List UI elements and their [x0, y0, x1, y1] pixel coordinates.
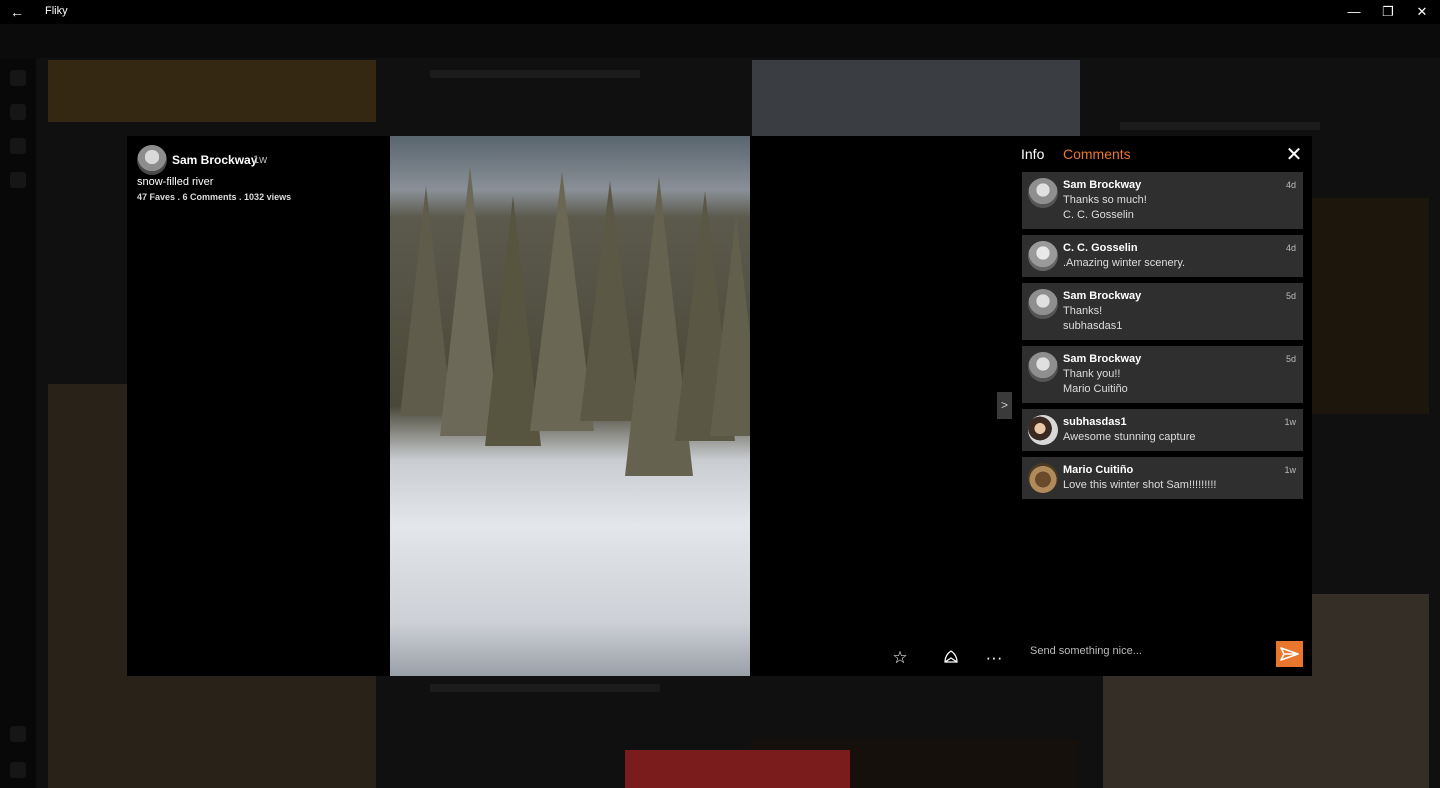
title-bar: ← Fliky — ❐ ✕	[0, 0, 1440, 24]
comment-time: 1w	[1284, 417, 1296, 427]
comment-text: Awesome stunning capture	[1063, 431, 1196, 443]
comment-text: subhasdas1	[1063, 320, 1123, 332]
photo-title: snow-filled river	[137, 176, 214, 188]
comment-author[interactable]: Sam Brockway	[1063, 179, 1141, 191]
comment-author[interactable]: Sam Brockway	[1063, 353, 1141, 365]
comment-time: 5d	[1285, 291, 1296, 301]
comment-time: 4d	[1285, 243, 1296, 253]
comment-item[interactable]: C. C. Gosselin 4d .Amazing winter scener…	[1022, 235, 1303, 277]
avatar	[1028, 289, 1058, 319]
owner-name[interactable]: Sam Brockway	[172, 153, 257, 167]
avatar	[1028, 352, 1058, 382]
comment-item[interactable]: Sam Brockway 5d Thank you!! Mario Cuitiñ…	[1022, 346, 1303, 403]
send-icon	[1280, 647, 1299, 661]
comment-input[interactable]: Send something nice...	[1022, 640, 1270, 662]
main-photo[interactable]	[390, 136, 750, 676]
avatar	[1028, 463, 1058, 493]
back-arrow-icon[interactable]: ←	[6, 2, 28, 22]
comment-item[interactable]: Mario Cuitiño 1w Love this winter shot S…	[1022, 457, 1303, 499]
more-options-icon[interactable]: ···	[982, 648, 1006, 668]
next-photo-chevron-icon[interactable]: >	[997, 392, 1012, 419]
tab-comments[interactable]: Comments	[1063, 146, 1131, 162]
comment-item[interactable]: Sam Brockway 5d Thanks! subhasdas1	[1022, 283, 1303, 340]
comment-text: Mario Cuitiño	[1063, 383, 1128, 395]
comment-time: 1w	[1284, 465, 1296, 475]
comments-list: Sam Brockway 4d Thanks so much! C. C. Go…	[1022, 172, 1303, 505]
avatar	[1028, 415, 1058, 445]
tab-info[interactable]: Info	[1021, 146, 1044, 162]
send-button[interactable]	[1276, 641, 1303, 667]
comment-item[interactable]: subhasdas1 1w Awesome stunning capture	[1022, 409, 1303, 451]
comment-text: Thank you!!	[1063, 368, 1121, 380]
comment-author[interactable]: Mario Cuitiño	[1063, 464, 1133, 476]
restore-button[interactable]: ❐	[1371, 0, 1405, 24]
posted-ago: 1w	[253, 154, 268, 166]
comment-text: Thanks so much!	[1063, 194, 1147, 206]
comment-text: Love this winter shot Sam!!!!!!!!!	[1063, 479, 1217, 491]
comment-author[interactable]: subhasdas1	[1063, 416, 1127, 428]
minimize-button[interactable]: —	[1337, 0, 1371, 24]
photo-viewer: Sam Brockway 1w snow-filled river 47 Fav…	[127, 136, 1312, 676]
comment-text: Thanks!	[1063, 305, 1103, 317]
tree-shape	[710, 216, 750, 436]
app-title: Fliky	[45, 5, 68, 17]
close-viewer-icon[interactable]: ✕	[1283, 144, 1305, 166]
owner-avatar[interactable]	[137, 145, 167, 175]
comment-text: .Amazing winter scenery.	[1063, 257, 1186, 269]
comment-time: 4d	[1285, 180, 1296, 190]
photo-stats: 47 Faves . 6 Comments . 1032 views	[137, 192, 292, 202]
share-icon[interactable]	[939, 648, 963, 668]
background-video-bar	[625, 750, 850, 788]
comment-item[interactable]: Sam Brockway 4d Thanks so much! C. C. Go…	[1022, 172, 1303, 229]
comment-author[interactable]: Sam Brockway	[1063, 290, 1141, 302]
comment-author[interactable]: C. C. Gosselin	[1063, 242, 1138, 254]
star-icon[interactable]: ☆	[888, 648, 912, 668]
avatar	[1028, 241, 1058, 271]
comment-time: 5d	[1285, 354, 1296, 364]
close-window-button[interactable]: ✕	[1405, 0, 1439, 24]
avatar	[1028, 178, 1058, 208]
comment-text: C. C. Gosselin	[1063, 209, 1134, 221]
